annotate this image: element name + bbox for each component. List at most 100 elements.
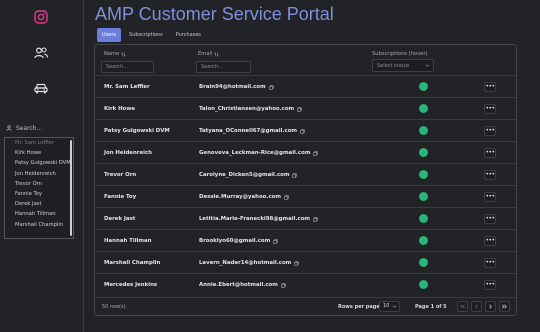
tab-users[interactable]: Users [97, 28, 122, 42]
column-header-email[interactable]: Email [198, 51, 220, 57]
status-select[interactable]: Select status [372, 59, 434, 72]
column-header-email-label: Email [198, 51, 213, 57]
cell-email-text: Brain94@hotmail.com [199, 84, 266, 90]
row-actions-button[interactable]: ••• [484, 126, 496, 136]
sidebar-list-item[interactable]: Hannah Tillman [5, 209, 73, 219]
cell-email: Genoveva_Leckman-Rice@gmail.com [199, 150, 319, 156]
rows-per-page-label: Rows per page [338, 304, 380, 310]
sidebar-search[interactable]: Search... [6, 122, 76, 134]
cell-email: Tatyana_OConnell67@gmail.com [199, 128, 305, 134]
cell-email-text: Tatyana_OConnell67@gmail.com [199, 128, 298, 134]
column-header-name-label: Name [104, 51, 120, 57]
cell-name: Fannie Toy [104, 194, 137, 200]
sort-icon [121, 51, 127, 57]
copy-icon[interactable] [313, 150, 319, 156]
row-actions-button[interactable]: ••• [484, 82, 496, 92]
table-row[interactable]: Marshall Champlin Lavern_Nader14@hotmail.… [96, 251, 517, 273]
subscription-status-indicator[interactable] [419, 170, 428, 179]
table-row[interactable]: Fannie Toy Dessie.Murray@yahoo.com ••• [96, 185, 517, 207]
sidebar-list-item[interactable]: Mr. Sam Leffler [5, 138, 73, 148]
copy-icon[interactable] [281, 282, 286, 288]
subscription-status-indicator[interactable] [419, 126, 428, 135]
sidebar-list-item[interactable]: Trevor Orn [5, 179, 73, 189]
subscription-status-indicator[interactable] [419, 104, 428, 113]
table-footer: 50 row(s). Rows per page 10 Page 1 of 5 [96, 297, 517, 315]
copy-icon[interactable] [313, 216, 318, 222]
table-row[interactable]: Jon Heidenreich Genoveva_Leckman-Rice@gma… [96, 141, 517, 163]
instagram-icon[interactable] [33, 9, 49, 25]
sidebar-user-list[interactable]: Mr. Sam Leffler Kirk Howe Patsy Gulgowsk… [4, 137, 74, 239]
last-page-button[interactable] [499, 301, 510, 312]
copy-icon[interactable] [300, 128, 305, 134]
row-actions-button[interactable]: ••• [484, 258, 496, 268]
tab-subscriptions[interactable]: Subscriptions [124, 28, 168, 42]
sidebar-list-scrollbar[interactable] [70, 140, 72, 236]
cell-email: Annie.Ebert@hotmail.com [199, 282, 286, 288]
first-page-button[interactable] [457, 301, 468, 312]
page-info: Page 1 of 5 [415, 304, 447, 310]
cell-email: Brain94@hotmail.com [199, 84, 274, 90]
row-actions-button[interactable]: ••• [484, 170, 496, 180]
chevron-down-icon [425, 64, 430, 67]
cell-name: Marshall Champlin [104, 260, 161, 266]
cell-email-text: Dessie.Murray@yahoo.com [199, 194, 281, 200]
user-search-icon [6, 125, 12, 131]
copy-icon[interactable] [292, 172, 298, 178]
column-header-name[interactable]: Name [104, 51, 127, 57]
row-actions-button[interactable]: ••• [484, 214, 496, 224]
cell-email-text: Letitia.Marie-Franecki98@gmail.com [199, 216, 311, 222]
row-actions-button[interactable]: ••• [484, 280, 496, 290]
tab-bar: Users Subscriptions Purchases [97, 28, 206, 42]
cell-name: Patsy Gulgowski DVM [104, 128, 170, 134]
subscription-status-indicator[interactable] [419, 258, 428, 267]
cell-email: Letitia.Marie-Franecki98@gmail.com [199, 216, 318, 222]
next-page-button[interactable] [485, 301, 496, 312]
subscription-status-indicator[interactable] [419, 280, 428, 289]
table-row[interactable]: Derek Jast Letitia.Marie-Franecki98@gmail… [96, 207, 517, 229]
name-search-input[interactable]: Search... [101, 61, 154, 73]
row-actions-button[interactable]: ••• [484, 192, 496, 202]
cell-name: Jon Heidenreich [104, 150, 152, 156]
copy-icon[interactable] [273, 238, 278, 244]
subscription-status-indicator[interactable] [419, 192, 428, 201]
prev-page-button[interactable] [471, 301, 482, 312]
copy-icon[interactable] [268, 84, 274, 90]
subscription-status-indicator[interactable] [419, 236, 428, 245]
copy-icon[interactable] [294, 260, 299, 266]
table-row[interactable]: Trevor Orn Carolyne_Dicken5@gmail.com ••• [96, 163, 517, 185]
sidebar: Search... Mr. Sam Leffler Kirk Howe Pats… [0, 0, 84, 332]
row-actions-button[interactable]: ••• [484, 148, 496, 158]
sidebar-list-item[interactable]: Kirk Howe [5, 148, 73, 158]
users-icon[interactable] [33, 45, 49, 61]
chevron-left-icon [475, 304, 478, 309]
subscription-status-indicator[interactable] [419, 82, 428, 91]
sidebar-search-placeholder: Search... [16, 124, 43, 132]
table-row[interactable]: Mercedes Jenkins Annie.Ebert@hotmail.com •… [96, 273, 517, 295]
sidebar-list-item[interactable]: Marshall Champlin [5, 220, 73, 230]
sidebar-list-item[interactable]: Derek Jast [5, 199, 73, 209]
sidebar-list-item[interactable]: Fannie Toy [5, 189, 73, 199]
sidebar-list-item[interactable]: Jon Heidenreich [5, 169, 73, 179]
cell-name: Kirk Howe [104, 106, 135, 112]
cell-email-text: Annie.Ebert@hotmail.com [199, 282, 278, 288]
sidebar-list-item[interactable]: Patsy Gulgowski DVM [5, 158, 73, 168]
rows-per-page-select[interactable]: 10 [379, 301, 400, 312]
cell-name: Hannah Tillman [104, 238, 152, 244]
table-row[interactable]: Patsy Gulgowski DVM Tatyana_OConnell67@gm… [96, 119, 517, 141]
status-select-placeholder: Select status [377, 62, 410, 69]
double-chevron-left-icon [460, 304, 466, 309]
copy-icon[interactable] [297, 106, 302, 112]
email-search-input[interactable]: Search... [196, 61, 251, 73]
row-actions-button[interactable]: ••• [484, 236, 496, 246]
subscription-status-indicator[interactable] [419, 148, 428, 157]
row-actions-button[interactable]: ••• [484, 104, 496, 114]
copy-icon[interactable] [284, 194, 289, 200]
tab-purchases[interactable]: Purchases [171, 28, 206, 42]
subscription-status-indicator[interactable] [419, 214, 428, 223]
car-icon[interactable] [33, 80, 49, 96]
cell-email: Lavern_Nader14@hotmail.com [199, 260, 299, 266]
table-row[interactable]: Mr. Sam Leffler Brain94@hotmail.com ••• [96, 75, 517, 97]
table-row[interactable]: Kirk Howe Talon_Christiansen@yahoo.com ••• [96, 97, 517, 119]
cell-email: Carolyne_Dicken5@gmail.com [199, 172, 298, 178]
table-row[interactable]: Hannah Tillman Brooklyn60@gmail.com ••• [96, 229, 517, 251]
